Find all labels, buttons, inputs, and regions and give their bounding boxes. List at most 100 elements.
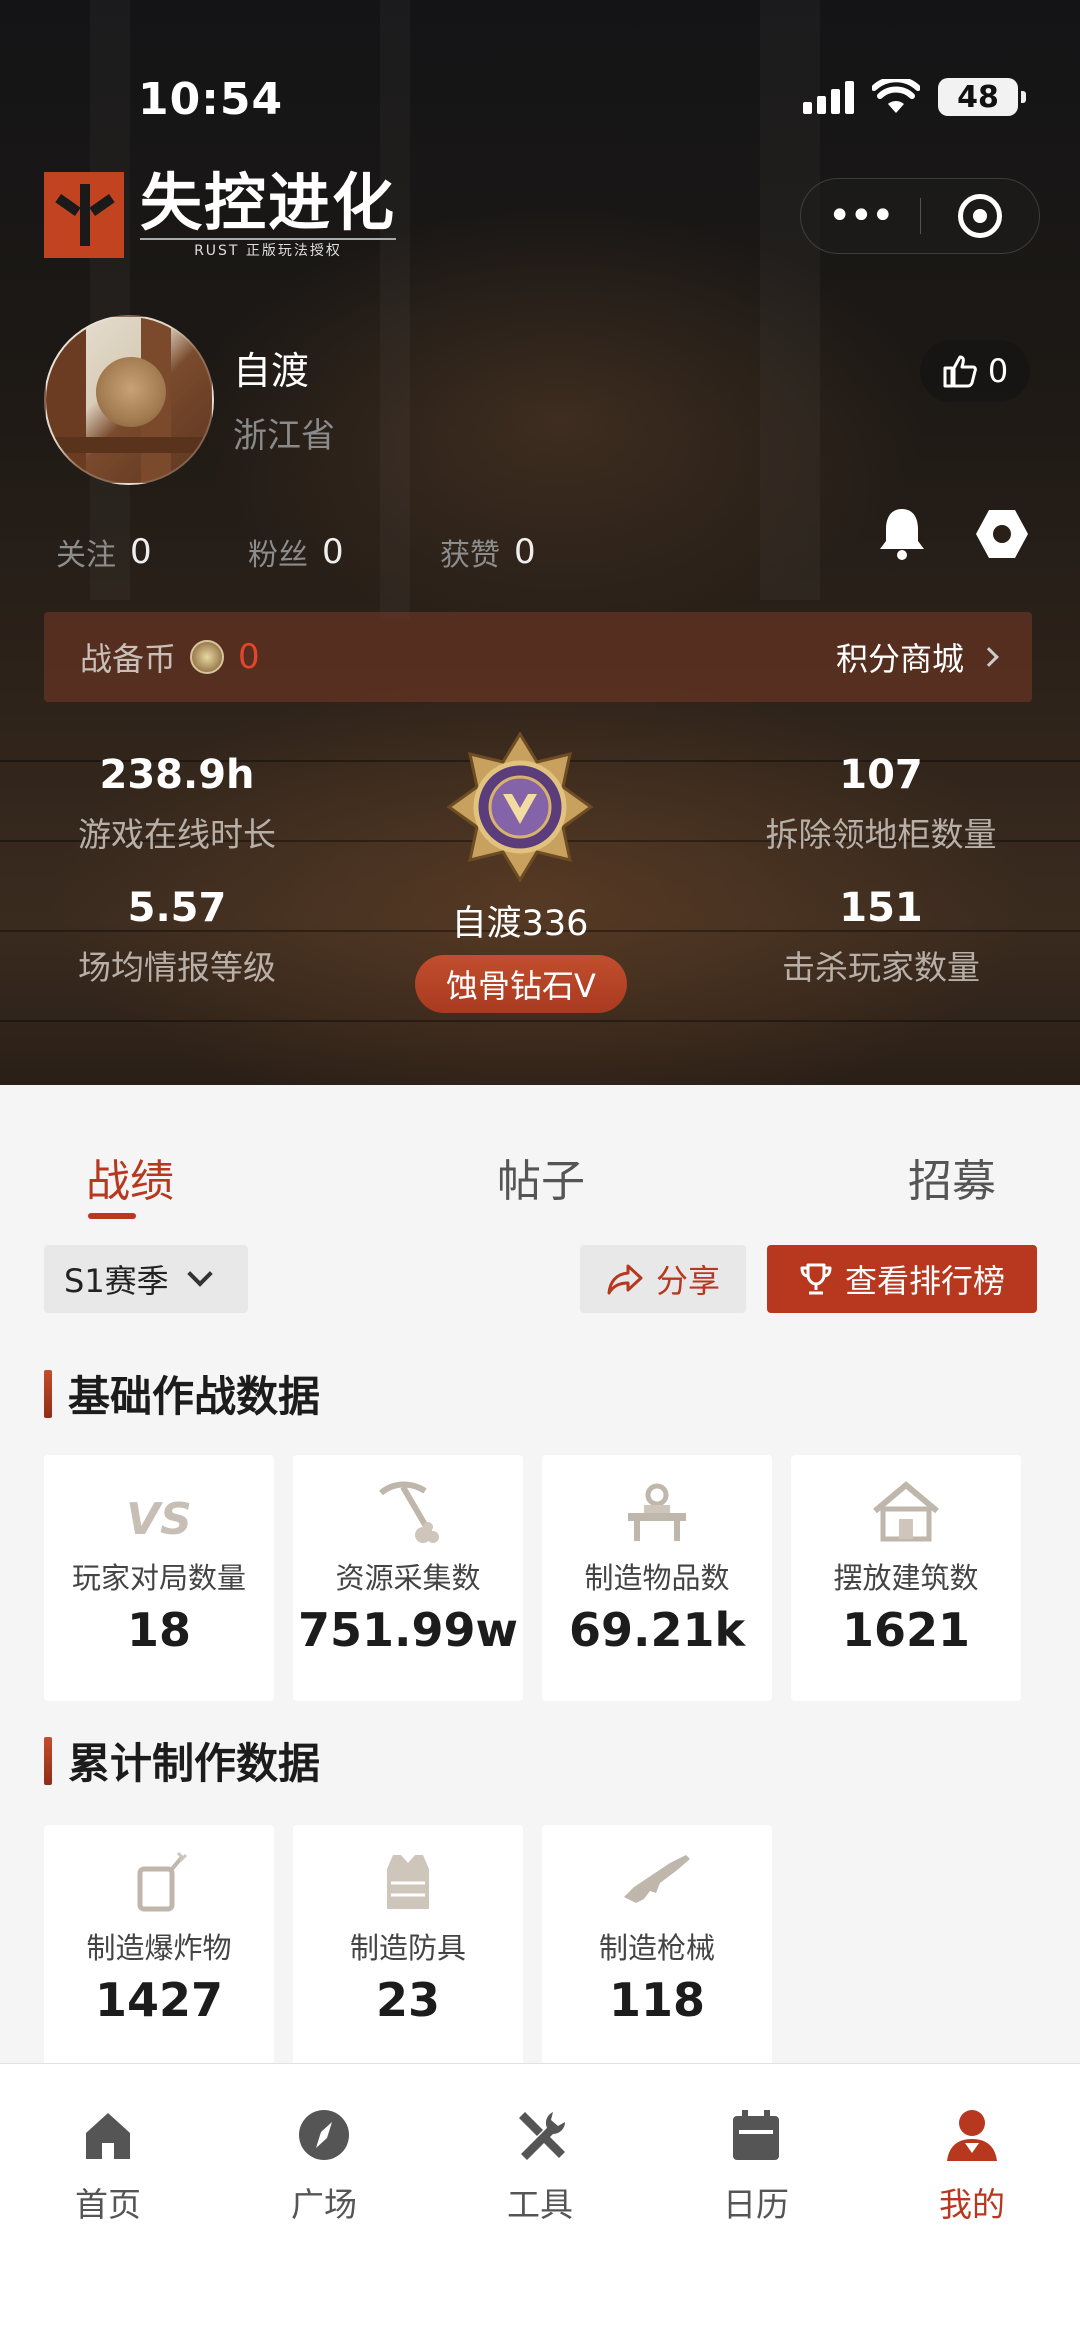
nav-home[interactable]: 首页 xyxy=(38,2104,178,2226)
wifi-icon xyxy=(872,79,920,113)
nav-calendar[interactable]: 日历 xyxy=(686,2104,826,2226)
profile-hero: 10:54 48 失控进化 RUST 正版玩法授权 ••• 自渡 浙江省 0 关… xyxy=(0,0,1080,1085)
like-count: 0 xyxy=(987,352,1009,390)
bg-plank xyxy=(0,1020,1080,1022)
nav-tools[interactable]: 工具 xyxy=(470,2104,610,2226)
armor-icon xyxy=(387,1855,429,1909)
nav-tools-label: 工具 xyxy=(507,2185,573,2224)
like-button[interactable]: 0 xyxy=(920,340,1030,402)
online-time-stat: 238.9h 游戏在线时长 xyxy=(12,752,342,856)
battery-indicator: 48 xyxy=(938,78,1026,116)
coin-icon xyxy=(190,640,225,674)
praise-label: 获赞 xyxy=(440,538,500,573)
status-bar: 10:54 48 xyxy=(0,70,1080,130)
cabinet-removed-label: 拆除领地柜数量 xyxy=(765,815,997,854)
logo-subtitle: RUST 正版玩法授权 xyxy=(140,238,397,260)
following-count: 0 xyxy=(130,532,152,572)
bottom-navigation: 首页 广场 工具 日历 我的 xyxy=(0,2063,1080,2345)
basic-combat-title-text: 基础作战数据 xyxy=(68,1372,321,1421)
logo-mark-icon xyxy=(44,172,124,258)
rank-tier-badge: 蚀骨钻石V xyxy=(415,955,627,1013)
stat-card-label: 制造物品数 xyxy=(584,1561,730,1595)
calendar-icon xyxy=(733,2110,779,2160)
coin-bar: 战备币 0 积分商城 xyxy=(44,612,1032,702)
online-time-label: 游戏在线时长 xyxy=(78,815,276,854)
leaderboard-label: 查看排行榜 xyxy=(844,1262,1005,1300)
stat-card-armor: 制造防具 23 xyxy=(293,1825,523,2065)
stat-card-resources: 资源采集数 751.99w xyxy=(293,1455,523,1701)
share-icon xyxy=(607,1264,643,1295)
stat-card-value: 751.99w xyxy=(297,1603,518,1657)
tab-records[interactable]: 战绩 xyxy=(86,1145,174,1209)
status-icons: 48 xyxy=(803,78,1026,116)
target-icon xyxy=(957,194,1002,238)
nav-calendar-label: 日历 xyxy=(723,2185,789,2224)
coin-value: 0 xyxy=(238,637,260,677)
nav-me[interactable]: 我的 xyxy=(902,2104,1042,2226)
chevron-right-icon xyxy=(979,647,999,667)
points-shop-label: 积分商城 xyxy=(835,640,964,678)
share-button[interactable]: 分享 xyxy=(580,1245,746,1313)
stat-card-label: 制造防具 xyxy=(349,1931,466,1965)
coin-label: 战备币 xyxy=(80,640,177,678)
workbench-icon xyxy=(628,1483,686,1541)
close-target-button[interactable] xyxy=(920,194,1039,238)
more-dots-icon[interactable]: ••• xyxy=(801,193,920,239)
stat-card-buildings: 摆放建筑数 1621 xyxy=(791,1455,1021,1701)
chevron-down-icon xyxy=(186,1261,213,1287)
rank-badge-icon xyxy=(446,732,594,882)
nav-home-label: 首页 xyxy=(75,2185,141,2224)
nav-square[interactable]: 广场 xyxy=(254,2104,394,2226)
crafting-title: 累计制作数据 xyxy=(44,1730,320,1791)
following-stat[interactable]: 关注 0 xyxy=(56,530,248,574)
intel-level-value: 5.57 xyxy=(127,885,227,931)
points-shop-link[interactable]: 积分商城 xyxy=(835,634,999,680)
cabinet-removed-stat: 107 拆除领地柜数量 xyxy=(716,752,1046,856)
tab-active-indicator xyxy=(88,1213,136,1219)
stat-card-label: 制造枪械 xyxy=(598,1931,715,1965)
tab-recruit[interactable]: 招募 xyxy=(908,1145,996,1209)
intel-level-stat: 5.57 场均情报等级 xyxy=(12,885,342,989)
bell-icon[interactable] xyxy=(876,505,928,561)
crafting-title-text: 累计制作数据 xyxy=(68,1739,321,1788)
home-icon xyxy=(86,2113,130,2159)
kills-stat: 151 击杀玩家数量 xyxy=(716,885,1046,989)
praise-stat: 获赞 0 xyxy=(440,530,632,574)
user-name: 自渡 xyxy=(233,349,310,393)
kills-label: 击杀玩家数量 xyxy=(782,948,980,987)
view-leaderboard-button[interactable]: 查看排行榜 xyxy=(767,1245,1037,1313)
avatar[interactable] xyxy=(44,315,214,485)
fans-count: 0 xyxy=(322,532,344,572)
house-icon xyxy=(873,1481,939,1542)
follow-stats: 关注 0 粉丝 0 获赞 0 xyxy=(56,530,632,574)
stat-card-matches: VS 玩家对局数量 18 xyxy=(44,1455,274,1701)
stat-card-label: 玩家对局数量 xyxy=(71,1561,246,1595)
stat-card-value: 69.21k xyxy=(568,1603,746,1657)
praise-count: 0 xyxy=(514,532,536,572)
stat-card-label: 资源采集数 xyxy=(335,1561,481,1595)
explosive-icon xyxy=(137,1851,188,1912)
stat-card-value: 118 xyxy=(608,1973,706,2027)
kills-value: 151 xyxy=(839,885,923,931)
cabinet-removed-value: 107 xyxy=(839,752,923,798)
thumbs-up-icon xyxy=(943,355,977,388)
settings-hex-icon[interactable] xyxy=(975,508,1029,560)
profile-icon xyxy=(947,2110,997,2161)
fans-label: 粉丝 xyxy=(248,538,308,573)
stat-card-value: 1427 xyxy=(94,1973,224,2027)
season-select[interactable]: S1赛季 xyxy=(44,1245,248,1313)
stat-card-label: 制造爆炸物 xyxy=(86,1931,232,1965)
stat-card-crafted-items: 制造物品数 69.21k xyxy=(542,1455,772,1701)
nav-me-label: 我的 xyxy=(939,2185,1005,2224)
pickaxe-icon xyxy=(379,1481,439,1543)
trophy-icon xyxy=(800,1263,832,1295)
stat-card-explosives: 制造爆炸物 1427 xyxy=(44,1825,274,2065)
user-location: 浙江省 xyxy=(233,416,335,456)
stat-card-label: 摆放建筑数 xyxy=(833,1561,979,1595)
nav-square-label: 广场 xyxy=(291,2185,357,2224)
tab-posts[interactable]: 帖子 xyxy=(497,1145,585,1209)
compass-icon xyxy=(299,2110,349,2160)
stat-card-value: 23 xyxy=(375,1973,440,2027)
stat-card-firearms: 制造枪械 118 xyxy=(542,1825,772,2065)
fans-stat[interactable]: 粉丝 0 xyxy=(248,530,440,574)
